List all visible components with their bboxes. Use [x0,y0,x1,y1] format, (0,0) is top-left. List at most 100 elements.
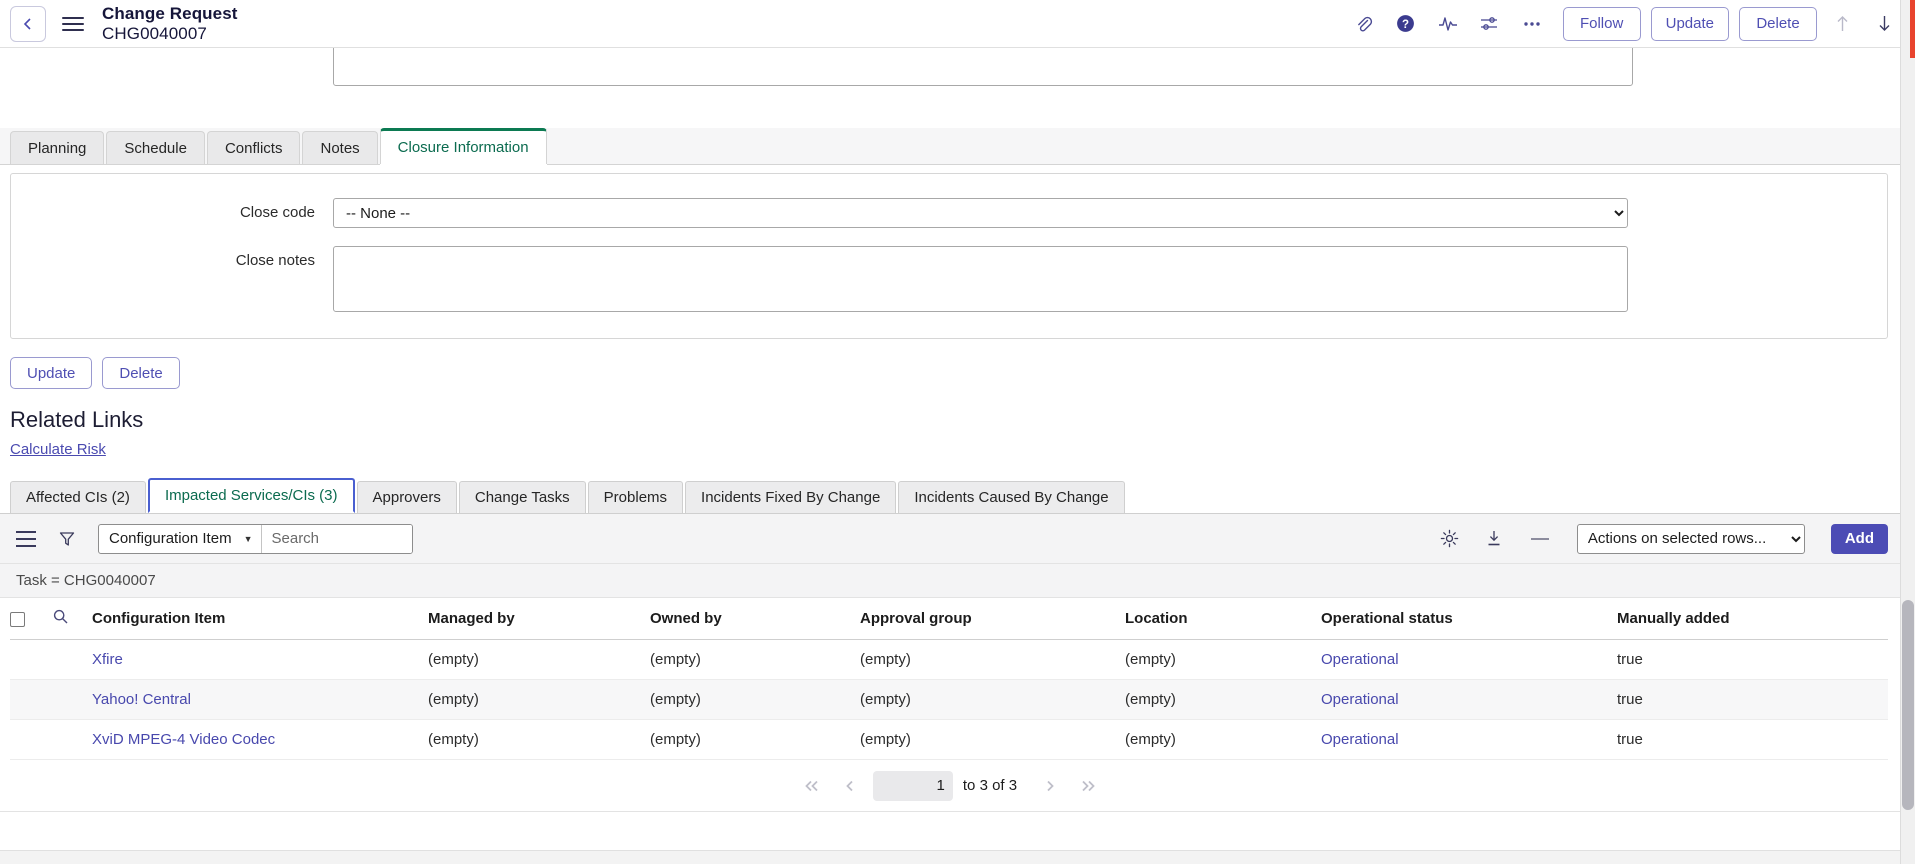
personalize-icon[interactable] [1473,7,1507,41]
column-header-configuration-item[interactable]: Configuration Item [92,598,428,640]
related-links-heading: Related Links [10,407,144,432]
column-header-manually-added[interactable]: Manually added [1617,598,1888,640]
column-header-approval-group[interactable]: Approval group [860,598,1125,640]
gear-icon[interactable] [1440,529,1459,548]
tab-planning[interactable]: Planning [10,131,105,164]
funnel-glyph [59,531,75,546]
cell-approval-group: (empty) [860,639,1125,680]
related-tab-impacted-services[interactable]: Impacted Services/CIs (3) [147,478,355,513]
close-code-select[interactable]: -- None -- [333,198,1628,228]
related-tab-incidents-caused[interactable]: Incidents Caused By Change [898,481,1125,513]
configuration-item-link[interactable]: XviD MPEG-4 Video Codec [92,731,275,748]
close-notes-row: Close notes [11,246,1887,316]
filter-breadcrumb-text: Task = CHG0040007 [16,572,156,589]
double-chevron-right-icon [1082,780,1095,791]
header-update-button[interactable]: Update [1650,6,1729,41]
funnel-filter-icon[interactable] [58,530,76,548]
search-field-selector[interactable]: Configuration Item ▼ [99,524,262,553]
cell-managed-by: (empty) [428,719,650,760]
clipped-textarea[interactable] [333,48,1633,86]
tab-closure-information-label: Closure Information [397,139,529,156]
context-menu-button[interactable] [62,13,84,35]
configuration-item-link[interactable]: Yahoo! Central [92,691,191,708]
row-actions-select[interactable]: Actions on selected rows... [1576,523,1805,554]
record-type-title: Change Request [102,4,238,24]
attachment-icon[interactable] [1347,7,1381,41]
delete-button[interactable]: Delete [102,357,180,389]
update-button[interactable]: Update [10,357,93,389]
list-menu-icon[interactable] [16,530,36,547]
clipped-field-region [0,48,1900,86]
back-button[interactable] [10,5,46,42]
header-delete-button[interactable]: Delete [1739,6,1817,41]
ellipsis-glyph [1523,21,1540,26]
checkbox-unchecked-icon[interactable] [10,611,25,627]
close-code-row: Close code -- None -- [11,198,1887,228]
download-icon[interactable] [1485,529,1503,548]
svg-text:?: ? [1402,19,1409,31]
tab-schedule[interactable]: Schedule [106,131,205,164]
collapse-list-icon[interactable] [1529,536,1551,542]
related-tab-affected-cis[interactable]: Affected CIs (2) [10,481,146,513]
page-number-input[interactable]: 1 [872,770,953,801]
related-tab-incidents-fixed[interactable]: Incidents Fixed By Change [685,481,897,513]
next-page-button[interactable] [1031,771,1069,801]
cell-manually-added: true [1617,679,1888,720]
related-tab-change-tasks[interactable]: Change Tasks [458,481,586,513]
column-header-operational-status[interactable]: Operational status [1321,598,1617,640]
close-notes-field [333,246,1628,316]
help-icon[interactable]: ? [1389,7,1423,41]
previous-record-button[interactable] [1825,7,1859,41]
chevron-right-icon [1047,780,1054,791]
cell-location: (empty) [1125,679,1321,720]
record-number: CHG0040007 [102,23,207,43]
column-header-owned-by[interactable]: Owned by [650,598,860,640]
tab-conflicts[interactable]: Conflicts [206,131,301,164]
table-header-row: Configuration Item Managed by Owned by A… [10,598,1888,640]
tab-notes[interactable]: Notes [302,131,378,164]
closure-information-panel: Close code -- None -- Close notes [10,173,1888,339]
column-header-location[interactable]: Location [1125,598,1321,640]
related-tab-impacted-services-label: Impacted Services/CIs (3) [164,487,338,504]
configuration-item-link[interactable]: Xfire [92,651,123,668]
cell-managed-by: (empty) [428,679,650,720]
operational-status-link[interactable]: Operational [1321,731,1399,748]
cell-configuration-item: Xfire [92,639,428,680]
next-record-button[interactable] [1867,7,1901,41]
magnifier-glyph [53,609,68,624]
minus-glyph [1530,537,1549,540]
more-options-icon[interactable] [1515,7,1549,41]
calculate-risk-link[interactable]: Calculate Risk [10,441,106,458]
operational-status-link[interactable]: Operational [1321,651,1399,668]
previous-page-button[interactable] [831,771,869,801]
activity-icon[interactable] [1431,7,1465,41]
cell-managed-by: (empty) [428,639,650,680]
magnifier-icon[interactable] [52,609,69,629]
table-row[interactable]: Xfire (empty) (empty) (empty) (empty) Op… [10,639,1888,680]
filter-breadcrumb[interactable]: Task = CHG0040007 [0,564,1900,598]
page-number-value: 1 [936,777,945,794]
follow-button[interactable]: Follow [1562,6,1641,41]
table-row[interactable]: XviD MPEG-4 Video Codec (empty) (empty) … [10,719,1888,760]
vertical-scrollbar[interactable] [1900,0,1915,864]
related-tab-approvers[interactable]: Approvers [356,481,457,513]
chevron-down-icon: ▼ [243,533,253,544]
related-tab-problems[interactable]: Problems [587,481,684,513]
column-header-managed-by[interactable]: Managed by [428,598,650,640]
last-page-button[interactable] [1069,771,1107,801]
tab-planning-label: Planning [28,139,87,157]
add-button[interactable]: Add [1830,523,1888,554]
close-notes-textarea[interactable] [333,246,1628,312]
vertical-scrollbar-thumb[interactable] [1902,600,1914,810]
first-page-button[interactable] [793,771,831,801]
cell-configuration-item: Yahoo! Central [92,679,428,720]
cell-location: (empty) [1125,639,1321,680]
tab-closure-information[interactable]: Closure Information [379,128,547,164]
cell-operational-status: Operational [1321,719,1617,760]
search-input[interactable] [261,524,412,553]
cell-configuration-item: XviD MPEG-4 Video Codec [92,719,428,760]
table-row[interactable]: Yahoo! Central (empty) (empty) (empty) (… [10,679,1888,720]
operational-status-link[interactable]: Operational [1321,691,1399,708]
horizontal-scrollbar[interactable] [0,850,1900,864]
sliders-glyph [1481,16,1498,30]
